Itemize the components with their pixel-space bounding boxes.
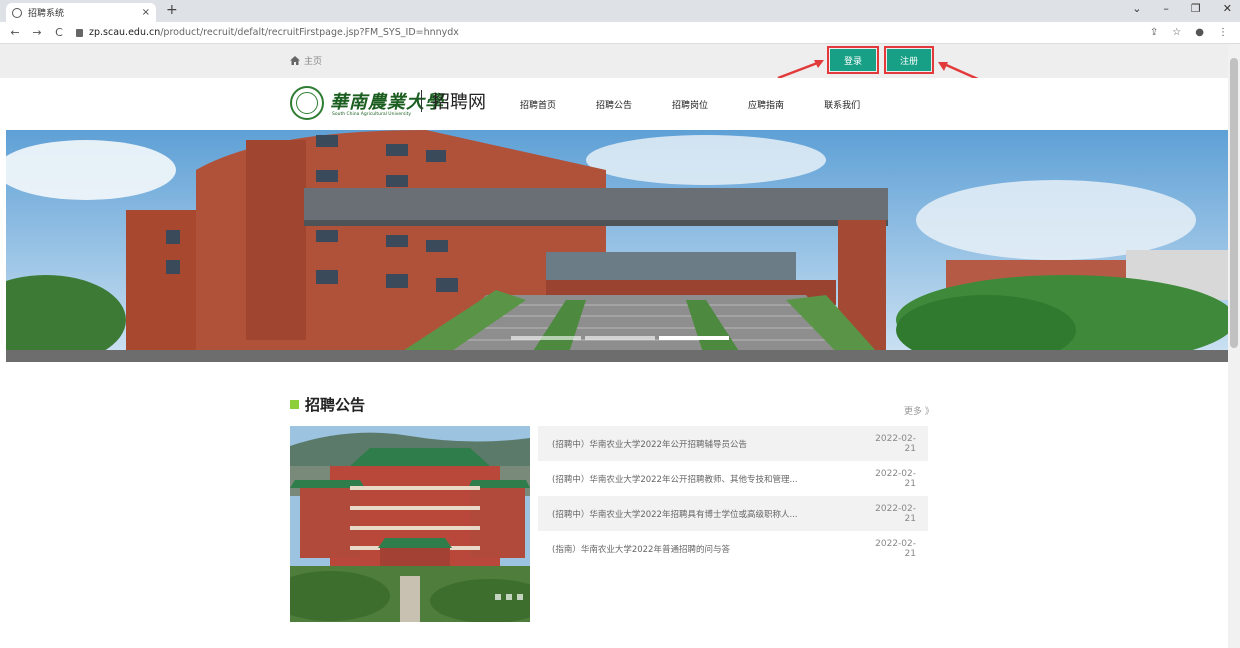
browser-tab-strip: 招聘系统 × + ⌄ – ❐ ✕ [0,0,1240,22]
news-item[interactable]: (招聘中）华南农业大学2022年招聘具有博士学位或高级职称人... 2022-0… [538,496,928,531]
photo-dot[interactable] [495,594,501,600]
photo-dot[interactable] [506,594,512,600]
logo-english: South China Agricultural University [332,112,412,117]
site-name: 招聘网 [432,92,486,113]
banner-dot[interactable] [511,336,581,340]
logo-divider [421,90,422,112]
lock-icon [76,28,83,37]
news-date: 2022-02-21 [875,503,916,524]
photo-pagination [495,594,523,600]
address-bar: ← → C zp.scau.edu.cn /product/recruit/de… [0,22,1240,44]
news-title[interactable]: (招聘中）华南农业大学2022年招聘具有博士学位或高级职称人... [552,508,864,520]
page-scrollbar[interactable] [1228,44,1240,648]
section-header: 招聘公告 [290,394,365,415]
university-emblem-icon [290,86,324,120]
arrow-annotation-left [777,60,824,80]
news-title[interactable]: (招聘中）华南农业大学2022年公开招聘教师、其他专技和管理... [552,473,864,485]
nav-announcements[interactable]: 招聘公告 [596,98,632,111]
chevron-down-icon[interactable]: ⌄ [1132,2,1141,15]
restore-icon[interactable]: ❐ [1191,2,1201,15]
news-date: 2022-02-21 [875,433,916,454]
news-item[interactable]: (指南）华南农业大学2022年普通招聘的问与答 2022-02-21 [538,531,928,566]
photo-dot[interactable] [517,594,523,600]
reload-icon[interactable]: C [52,26,66,39]
nav-contact[interactable]: 联系我们 [824,98,860,111]
home-label: 主页 [304,57,323,67]
campus-photo [290,426,530,622]
site-header: 華南農業大學 South China Agricultural Universi… [0,78,1228,130]
url-path: /product/recruit/defalt/recruitFirstpage… [160,27,459,38]
profile-icon[interactable]: ● [1195,27,1204,38]
banner-dot[interactable] [585,336,655,340]
news-list: (招聘中）华南农业大学2022年公开招聘辅导员公告 2022-02-21 (招聘… [538,426,928,566]
section-marker-icon [290,400,299,409]
banner-pagination [511,336,729,340]
menu-icon[interactable]: ⋮ [1218,27,1228,38]
more-link[interactable]: 更多 》 [904,404,934,417]
page: 主页 登录 注册 華南農業大學 South China Agricultural… [0,44,1228,648]
share-icon[interactable]: ⇪ [1150,27,1158,38]
news-date: 2022-02-21 [875,538,916,559]
nav-positions[interactable]: 招聘岗位 [672,98,708,111]
minimize-icon[interactable]: – [1163,2,1169,15]
globe-icon [12,7,22,18]
register-button[interactable]: 注册 [884,46,934,74]
banner-dot-active[interactable] [659,336,729,340]
news-photo[interactable] [290,426,530,622]
news-title[interactable]: (招聘中）华南农业大学2022年公开招聘辅导员公告 [552,438,864,450]
back-icon[interactable]: ← [8,26,22,39]
logo-chinese: 華南農業大學 [330,92,444,113]
news-item[interactable]: (招聘中）华南农业大学2022年公开招聘辅导员公告 2022-02-21 [538,426,928,461]
close-window-icon[interactable]: ✕ [1223,2,1232,15]
top-strip: 主页 登录 注册 [0,44,1228,90]
home-link[interactable]: 主页 [290,54,322,67]
hero-banner [6,130,1228,362]
url-domain: zp.scau.edu.cn [89,27,161,38]
nav-home[interactable]: 招聘首页 [520,98,556,111]
news-title[interactable]: (指南）华南农业大学2022年普通招聘的问与答 [552,543,864,555]
forward-icon[interactable]: → [30,26,44,39]
url-input[interactable]: zp.scau.edu.cn /product/recruit/defalt/r… [76,25,1150,41]
tab-close-icon[interactable]: × [142,7,150,18]
window-controls: ⌄ – ❐ ✕ [1132,2,1232,15]
tab-title: 招聘系统 [28,9,65,19]
login-button[interactable]: 登录 [827,46,879,74]
home-icon [290,56,300,65]
new-tab-icon[interactable]: + [166,2,178,18]
section-title: 招聘公告 [305,396,366,414]
news-item[interactable]: (招聘中）华南农业大学2022年公开招聘教师、其他专技和管理... 2022-0… [538,461,928,496]
banner-image [6,130,1228,362]
browser-tab[interactable]: 招聘系统 × [6,3,156,22]
main-nav: 招聘首页 招聘公告 招聘岗位 应聘指南 联系我们 [520,98,900,111]
scrollbar-thumb[interactable] [1230,58,1238,348]
bookmark-star-icon[interactable]: ☆ [1172,27,1181,38]
news-date: 2022-02-21 [875,468,916,489]
nav-guide[interactable]: 应聘指南 [748,98,784,111]
